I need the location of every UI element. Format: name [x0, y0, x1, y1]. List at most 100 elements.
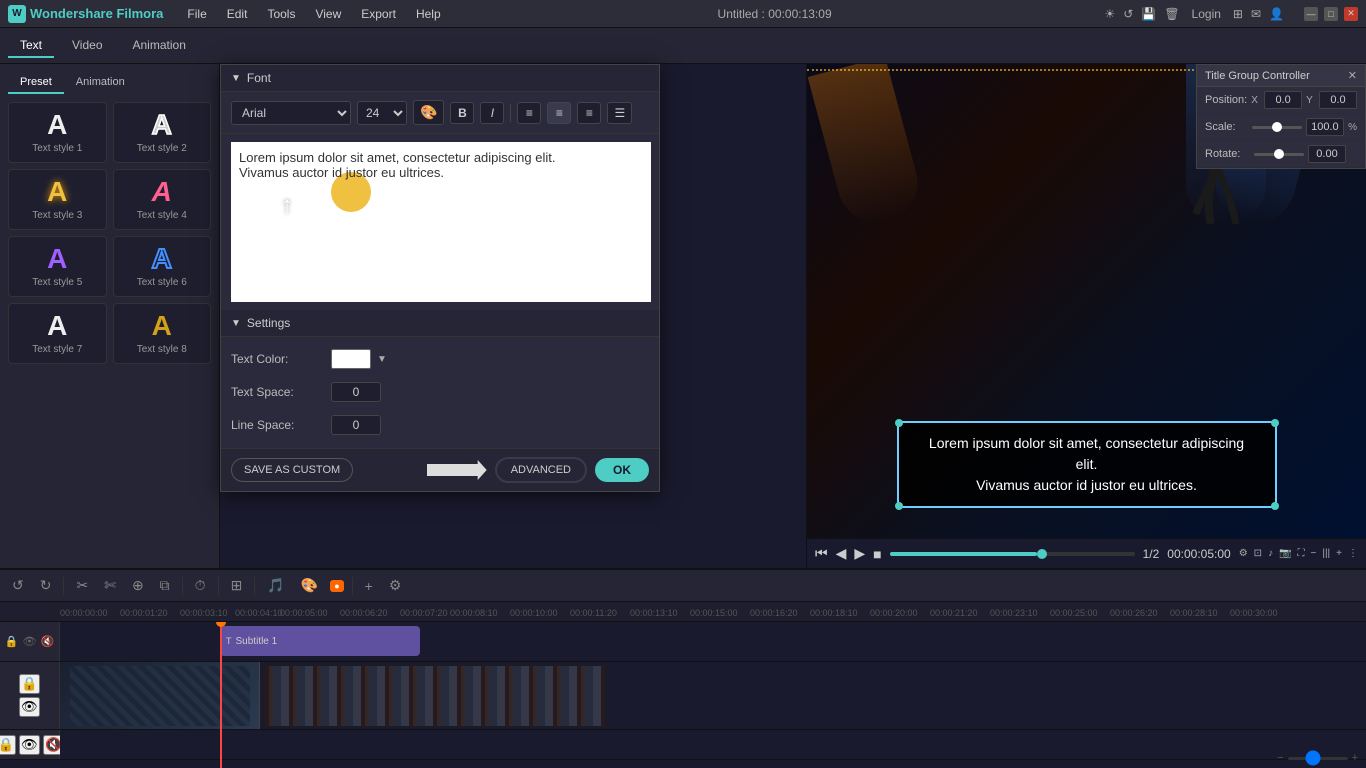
text-space-value — [331, 382, 381, 402]
style-label-2: Text style 2 — [137, 143, 187, 154]
menu-file[interactable]: File — [183, 5, 210, 23]
tab-text[interactable]: Text — [8, 34, 54, 58]
advanced-button[interactable]: ADVANCED — [495, 457, 587, 483]
zoom-slider-preview[interactable]: ||| — [1322, 548, 1330, 559]
style-label-6: Text style 6 — [137, 277, 187, 288]
play-btn[interactable]: ▶ — [854, 545, 865, 562]
zoom-out-btn[interactable]: − — [1277, 752, 1283, 764]
tab-animation[interactable]: Animation — [121, 34, 198, 58]
line-space-input[interactable] — [331, 415, 381, 435]
tgc-rotate-input[interactable] — [1308, 145, 1346, 163]
style-letter-3: A — [47, 178, 67, 206]
style-item-6[interactable]: A Text style 6 — [113, 236, 212, 297]
zoom-slider[interactable] — [1288, 757, 1348, 760]
ok-button[interactable]: OK — [595, 458, 649, 482]
bold-btn[interactable]: B — [450, 102, 474, 124]
audio-btn[interactable]: 🎵 — [263, 575, 288, 596]
tgc-scale-unit: % — [1348, 122, 1357, 133]
cut-btn[interactable]: ✄ — [100, 575, 120, 596]
delete-clip-btn[interactable]: ✂ — [72, 575, 92, 596]
font-section-header[interactable]: ▼ Font — [221, 65, 659, 92]
stop-btn[interactable]: ■ — [873, 546, 881, 562]
align-justify-btn[interactable]: ☰ — [607, 102, 632, 124]
zoom-in-icon[interactable]: + — [1336, 548, 1342, 559]
crop-icon[interactable]: ⊡ — [1254, 548, 1262, 559]
video-lock-btn[interactable]: 🔒 — [19, 674, 40, 694]
subtitle-clip[interactable]: T Subtitle 1 — [220, 626, 420, 656]
audio-lock-btn[interactable]: 🔒 — [0, 735, 16, 755]
tgc-x-input[interactable] — [1264, 91, 1302, 109]
menu-tools[interactable]: Tools — [263, 5, 299, 23]
style-item-8[interactable]: A Text style 8 — [113, 303, 212, 364]
redo-btn[interactable]: ↻ — [36, 575, 56, 596]
progress-bar-container[interactable] — [890, 552, 1135, 556]
copy-btn[interactable]: ⊕ — [128, 575, 148, 596]
zoom-in-btn[interactable]: + — [1352, 752, 1358, 764]
menu-view[interactable]: View — [311, 5, 345, 23]
paste-btn[interactable]: ⧉ — [156, 575, 174, 596]
menu-help[interactable]: Help — [412, 5, 445, 23]
line-space-value — [331, 415, 381, 435]
close-btn[interactable]: ✕ — [1344, 7, 1358, 21]
style-letter-7: A — [47, 312, 67, 340]
align-right-btn[interactable]: ≡ — [577, 102, 601, 124]
tgc-scale-slider[interactable] — [1252, 126, 1302, 129]
text-space-input[interactable] — [331, 382, 381, 402]
style-item-3[interactable]: A Text style 3 — [8, 169, 107, 230]
menu-export[interactable]: Export — [357, 5, 400, 23]
ts-4: 00:00:05:00 — [280, 608, 328, 618]
save-custom-button[interactable]: SAVE AS CUSTOM — [231, 458, 353, 482]
settings-icon[interactable]: ⚙ — [1239, 548, 1248, 559]
font-family-select[interactable]: Arial — [231, 101, 351, 125]
tgc-scale-input[interactable] — [1306, 118, 1344, 136]
add-btn[interactable]: + — [361, 576, 377, 596]
menu-edit[interactable]: Edit — [223, 5, 252, 23]
color-palette-btn[interactable]: 🎨 — [413, 100, 444, 125]
frame-back-btn[interactable]: ◀ — [836, 545, 847, 562]
color-dropdown-btn[interactable]: ▼ — [377, 354, 387, 365]
style-item-7[interactable]: A Text style 7 — [8, 303, 107, 364]
audio-icon[interactable]: ♪ — [1268, 548, 1273, 559]
tgc-rotate-slider[interactable] — [1254, 153, 1304, 156]
playhead[interactable] — [220, 622, 222, 768]
zoom-out-icon[interactable]: − — [1311, 548, 1317, 559]
color-btn[interactable]: 🎨 — [297, 575, 322, 596]
more-icon[interactable]: ⋮ — [1348, 548, 1358, 559]
login-btn[interactable]: Login — [1188, 5, 1225, 23]
transform-btn[interactable]: ⊞ — [227, 575, 247, 596]
subtitle-clip-label: Subtitle 1 — [236, 636, 278, 647]
font-size-select[interactable]: 24 — [357, 101, 407, 125]
tgc-close-btn[interactable]: ✕ — [1348, 69, 1357, 82]
text-preview-area[interactable]: Lorem ipsum dolor sit amet, consectetur … — [231, 142, 651, 302]
undo-btn[interactable]: ↺ — [8, 575, 28, 596]
video-eye-btn[interactable]: 👁 — [19, 697, 40, 717]
settings2-btn[interactable]: ⚙ — [385, 575, 406, 596]
color-swatch[interactable] — [331, 349, 371, 369]
text-color-value: ▼ — [331, 349, 387, 369]
style-label-1: Text style 1 — [32, 143, 82, 154]
speed-btn[interactable]: ⏱ — [191, 575, 210, 596]
italic-btn[interactable]: I — [480, 102, 504, 124]
skip-back-btn[interactable]: ⏮ — [815, 545, 828, 562]
track-lock-btn[interactable]: 🔒 — [5, 635, 19, 648]
minimize-btn[interactable]: — — [1304, 7, 1318, 21]
align-left-btn[interactable]: ≡ — [517, 102, 541, 124]
track-eye-btn[interactable]: 👁 — [23, 635, 37, 648]
right-controls: ⚙ ⊡ ♪ 📷 ⛶ − ||| + ⋮ — [1239, 548, 1358, 559]
tab-video[interactable]: Video — [60, 34, 114, 58]
corner-bl — [895, 502, 903, 510]
audio-eye-btn[interactable]: 👁 — [19, 735, 40, 755]
tgc-y-input[interactable] — [1319, 91, 1357, 109]
preset-tab-preset[interactable]: Preset — [8, 72, 64, 94]
maximize-btn[interactable]: □ — [1324, 7, 1338, 21]
style-item-5[interactable]: A Text style 5 — [8, 236, 107, 297]
snapshot-icon[interactable]: 📷 — [1279, 548, 1291, 559]
align-center-btn[interactable]: ≡ — [547, 102, 571, 124]
track-mute-btn[interactable]: 🔇 — [40, 635, 54, 648]
settings-section-header[interactable]: ▼ Settings — [221, 310, 659, 337]
style-item-1[interactable]: A Text style 1 — [8, 102, 107, 163]
fullscreen-icon[interactable]: ⛶ — [1298, 548, 1305, 559]
style-item-2[interactable]: A Text style 2 — [113, 102, 212, 163]
preset-tab-animation[interactable]: Animation — [64, 72, 137, 94]
style-item-4[interactable]: A Text style 4 — [113, 169, 212, 230]
